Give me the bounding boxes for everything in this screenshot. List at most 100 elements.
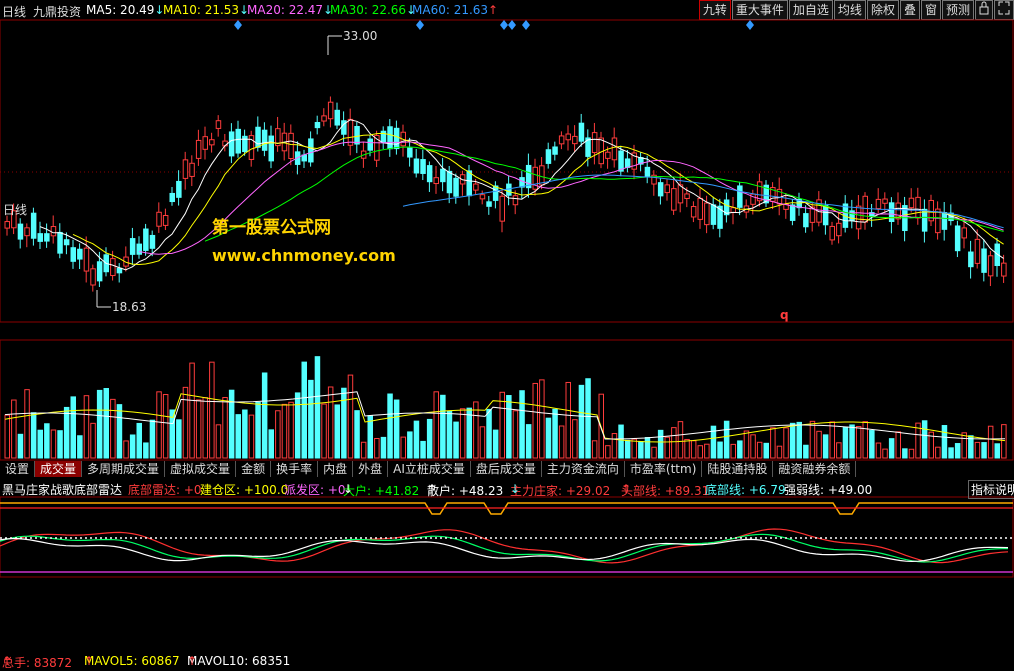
candle-body [268,135,274,162]
strong-line-value: 强弱线: +49.00 [784,483,873,497]
candle-body [921,208,928,232]
candle-body [499,195,505,222]
tab-9[interactable]: 盘后成交量 [471,461,542,477]
event-diamond-icon[interactable] [746,20,754,30]
volume-bar [789,422,796,459]
candle-body [321,115,327,122]
volume-bar [855,426,862,459]
help-button[interactable]: 指标说明 [968,480,1014,499]
volume-bar [578,384,585,459]
candle-body [822,205,829,226]
tab-0[interactable]: 设置 [0,461,36,477]
volume-bar [605,445,611,459]
volume-bar [334,404,340,459]
volume-bar [228,389,235,459]
event-markers[interactable] [234,20,754,30]
volume-bar [4,414,10,459]
volume-bar [44,423,50,459]
event-diamond-icon[interactable] [234,20,242,30]
q-marker: q [780,308,789,322]
volume-bar [288,401,294,459]
volume-bar [743,430,750,459]
tab-11[interactable]: 市盈率(ttm) [625,461,703,477]
tab-3[interactable]: 虚拟成交量 [165,461,237,477]
candle-body [70,247,76,262]
volume-bar [783,427,789,459]
tab-7[interactable]: 外盘 [353,461,389,477]
volume-bar [803,444,809,459]
volume-bar [341,387,347,459]
candle-body [407,147,413,158]
candle-body [578,122,585,142]
candle-body [789,204,796,221]
candle-body [162,215,169,226]
candle-body [684,193,690,199]
volume-bar [994,443,1000,459]
candle-body [803,213,809,228]
candle-body [301,154,307,162]
tab-4[interactable]: 金额 [236,461,272,477]
volume-bar [268,429,274,459]
candle-body [189,162,195,177]
volume-bar [539,379,545,459]
volume-bar [981,442,987,459]
volume-bar [354,410,360,459]
volume-bar [882,448,888,459]
event-diamond-icon[interactable] [500,20,508,30]
tab-1[interactable]: 成交量 [35,461,83,477]
volume-bar [717,441,723,459]
candle-body [387,126,393,150]
volume-bar [37,429,43,459]
volume-bar [387,393,393,459]
tab-8[interactable]: AI立桩成交量 [388,461,471,477]
tab-2[interactable]: 多周期成交量 [82,461,166,477]
volume-bar [281,403,288,459]
candle-body [730,207,736,213]
candle-body [704,202,710,226]
volume-bar [565,381,571,459]
volume-bar [327,386,334,459]
moving-average-lines [39,119,1004,271]
volume-bar [664,436,670,459]
candle-body [862,195,868,223]
volume-bar [638,441,644,459]
candle-body [974,238,981,264]
volume-bar [948,447,954,459]
candle-body [961,227,967,239]
candle-body [110,258,116,277]
event-diamond-icon[interactable] [416,20,424,30]
volume-bar [532,382,538,459]
volume-bar [1001,424,1007,459]
candle-body [308,138,314,163]
volume-bar [123,440,129,459]
volume-bar [618,424,624,459]
candle-body [657,182,664,197]
volume-bar [261,372,268,459]
candle-body [235,128,241,154]
event-diamond-icon[interactable] [508,20,516,30]
volume-bar [400,436,406,459]
candle-body [261,129,268,151]
candle-body [466,170,472,197]
candle-body [710,204,717,225]
volume-bar [525,424,532,459]
volume-bar [552,408,558,459]
candle-body [176,180,182,198]
volume-bar [631,438,637,459]
candle-body [1001,262,1007,277]
tab-6[interactable]: 内盘 [318,461,354,477]
tab-10[interactable]: 主力资金流向 [542,461,625,477]
event-diamond-icon[interactable] [522,20,530,30]
period-tag: 日线 [3,203,27,217]
indicator-tabs: 设置 成交量 多周期成交量 虚拟成交量 金额 换手率 内盘 外盘 AI立桩成交量 盘后成交量 主力资… [0,461,1014,478]
candle-body [420,159,426,174]
tab-13[interactable]: 融资融券余额 [773,461,857,477]
indicator-name[interactable]: 黑马庄家战歌底部雷达 [2,481,122,498]
candle-body [380,130,387,143]
tab-5[interactable]: 换手率 [271,461,319,477]
volume-bar [63,406,70,459]
volume-bar [407,431,413,459]
tab-12[interactable]: 陆股通持股 [702,461,774,477]
volume-bar [836,442,842,459]
volume-bar [50,429,57,459]
